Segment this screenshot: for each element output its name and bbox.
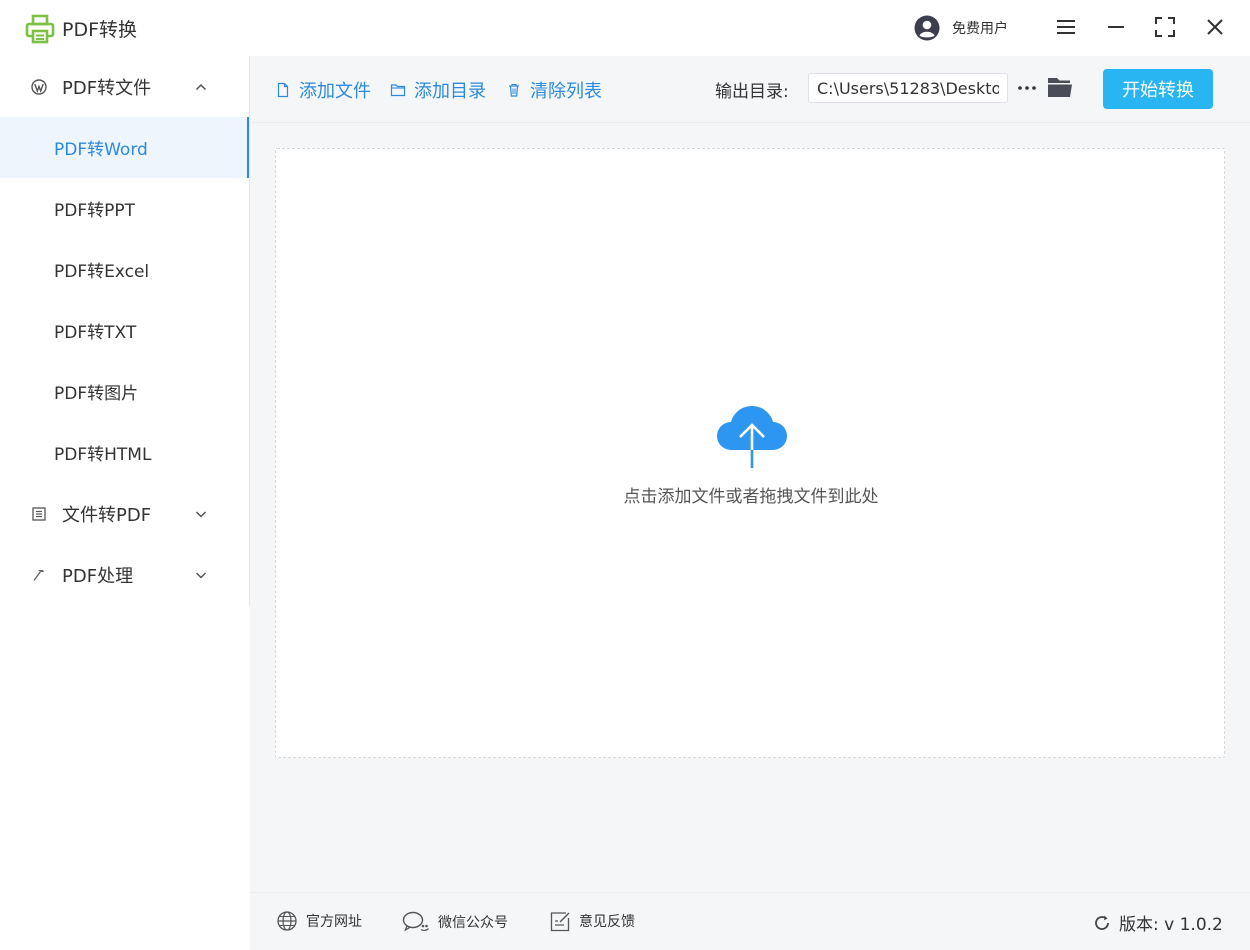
feedback-label: 意见反馈	[579, 914, 635, 930]
user-avatar-icon	[914, 15, 940, 41]
official-website-link[interactable]: 官方网址	[276, 910, 362, 932]
document-icon	[30, 505, 48, 523]
version-label: 版本: v 1.0.2	[1119, 915, 1223, 935]
file-dropzone[interactable]: 点击添加文件或者拖拽文件到此处	[275, 148, 1225, 758]
hammer-icon	[30, 566, 48, 584]
main-panel: 添加文件 添加目录 清除列表 输出目录: C:\Users\51283\Desk…	[250, 56, 1250, 892]
output-dir-label: 输出目录:	[715, 82, 789, 102]
sidebar: PDF转文件 PDF转Word PDF转PPT PDF转Excel PDF转TX…	[0, 56, 250, 950]
dropzone-hint: 点击添加文件或者拖拽文件到此处	[623, 487, 879, 507]
sidebar-item-pdf-to-html[interactable]: PDF转HTML	[0, 422, 249, 483]
chevron-down-icon	[195, 510, 207, 518]
trash-icon	[509, 83, 519, 97]
toolbar: 添加文件 添加目录 清除列表 输出目录: C:\Users\51283\Desk…	[250, 56, 1250, 123]
close-icon	[1207, 19, 1223, 35]
refresh-icon[interactable]	[1093, 914, 1111, 932]
user-account[interactable]: 免费用户	[914, 15, 1008, 41]
feedback-link[interactable]: 意见反馈	[549, 910, 635, 932]
printer-logo-icon	[25, 14, 55, 44]
edit-note-icon	[550, 912, 570, 932]
menu-button[interactable]	[1053, 14, 1079, 40]
sidebar-item-label: PDF转Excel	[54, 262, 150, 282]
sidebar-item-label: PDF转HTML	[54, 445, 152, 465]
sidebar-item-pdf-to-excel[interactable]: PDF转Excel	[0, 239, 249, 300]
add-file-button[interactable]: 添加文件	[275, 77, 371, 103]
cloud-upload-icon	[717, 406, 787, 468]
sidebar-item-label: PDF转图片	[54, 384, 139, 404]
menu-group-file-to-pdf[interactable]: 文件转PDF	[0, 483, 249, 544]
sidebar-item-label: PDF转Word	[54, 140, 148, 160]
add-file-label: 添加文件	[299, 81, 371, 102]
maximize-button[interactable]	[1152, 14, 1178, 40]
sidebar-item-label: PDF转PPT	[54, 201, 136, 221]
sidebar-item-pdf-to-ppt[interactable]: PDF转PPT	[0, 178, 249, 239]
version-info: 版本: v 1.0.2	[1093, 910, 1223, 935]
footer: 官方网址 微信公众号 意见反馈 版本: v 1.0.2	[250, 892, 1250, 950]
output-dir-input[interactable]	[808, 73, 1008, 103]
minimize-icon	[1108, 26, 1124, 28]
file-icon	[277, 82, 289, 98]
menu-group-pdf-to-file[interactable]: PDF转文件	[0, 56, 249, 117]
wordpress-icon	[30, 78, 48, 96]
folder-outline-icon	[390, 84, 406, 97]
add-directory-label: 添加目录	[414, 81, 486, 102]
sidebar-item-pdf-to-word[interactable]: PDF转Word	[0, 117, 249, 178]
menu-group-pdf-process[interactable]: PDF处理	[0, 544, 249, 605]
menu-group-label: PDF处理	[62, 565, 134, 587]
sidebar-item-label: PDF转TXT	[54, 323, 137, 343]
more-icon[interactable]	[1016, 78, 1038, 98]
menu-group-label: 文件转PDF	[62, 504, 152, 526]
wechat-account-link[interactable]: 微信公众号	[402, 910, 508, 934]
official-website-label: 官方网址	[306, 914, 362, 930]
user-label: 免费用户	[952, 21, 1008, 37]
folder-icon[interactable]	[1046, 73, 1074, 101]
sidebar-item-pdf-to-txt[interactable]: PDF转TXT	[0, 300, 249, 361]
globe-icon	[277, 911, 297, 931]
maximize-icon	[1155, 17, 1175, 37]
menu-group-label: PDF转文件	[62, 77, 152, 99]
wechat-account-label: 微信公众号	[438, 915, 508, 931]
clear-list-label: 清除列表	[530, 81, 602, 102]
add-directory-button[interactable]: 添加目录	[390, 77, 486, 103]
chevron-down-icon	[195, 571, 207, 579]
menu-icon	[1057, 20, 1075, 34]
title-bar: PDF转换 免费用户	[0, 0, 1250, 56]
clear-list-button[interactable]: 清除列表	[506, 77, 602, 103]
start-convert-button[interactable]: 开始转换	[1103, 69, 1213, 109]
minimize-button[interactable]	[1103, 14, 1129, 40]
wechat-icon	[402, 911, 429, 932]
app-title: PDF转换	[62, 19, 138, 41]
sidebar-item-pdf-to-image[interactable]: PDF转图片	[0, 361, 249, 422]
chevron-up-icon	[195, 83, 207, 90]
close-button[interactable]	[1202, 14, 1228, 40]
